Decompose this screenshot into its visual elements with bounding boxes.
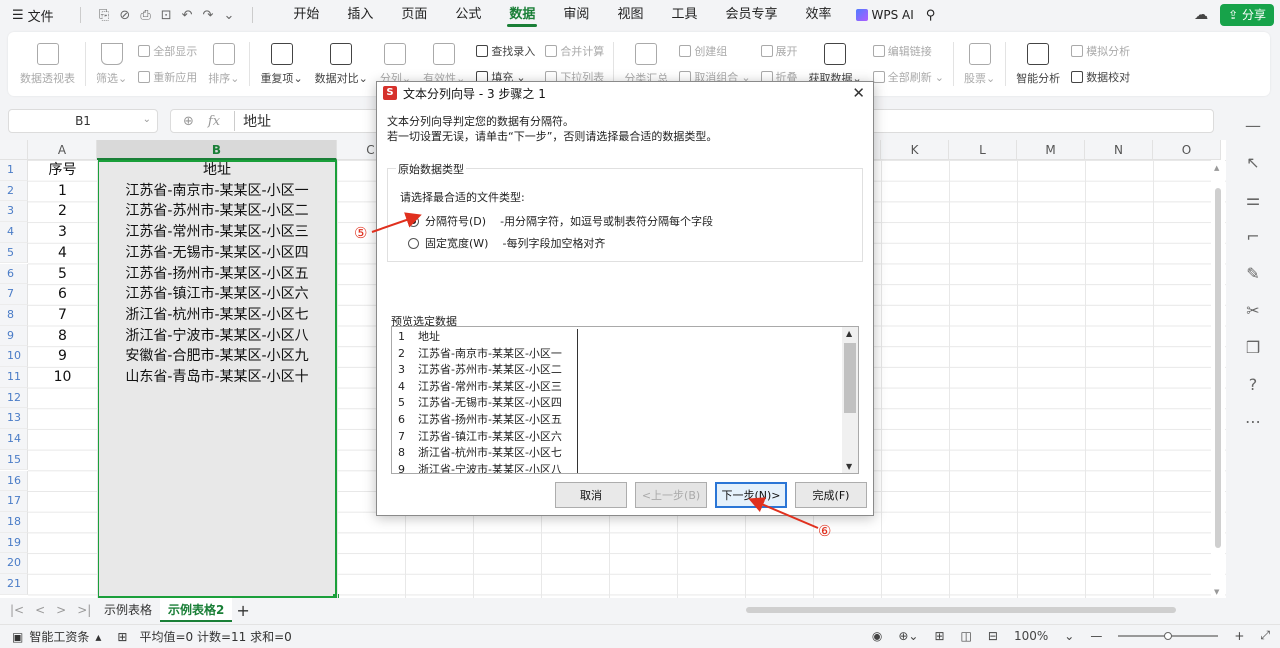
zoom-out-icon[interactable]: — [1090, 629, 1102, 643]
last-sheet-icon[interactable]: >| [77, 603, 91, 617]
calc-icon[interactable]: ⊞ [117, 630, 127, 644]
view-options-icon[interactable]: ⊕⌄ [898, 629, 918, 643]
first-sheet-icon[interactable]: |< [10, 603, 24, 617]
prev-sheet-icon[interactable]: < [35, 603, 45, 617]
zoom-in-icon[interactable]: + [1234, 629, 1244, 643]
zoom-knob[interactable] [1164, 631, 1173, 640]
annotation-arrow-5 [371, 212, 422, 233]
page-break-icon[interactable]: ⊟ [988, 629, 998, 643]
sheet-navigation: |< < > >| [0, 603, 96, 617]
sheet-tab-bar: |< < > >| 示例表格 示例表格2 + [0, 598, 1226, 622]
selection-stats: 平均值=0 计数=11 求和=0 [139, 630, 292, 644]
ai-payslip-label[interactable]: 智能工资条 [29, 628, 89, 645]
page-layout-icon[interactable]: ◫ [961, 629, 972, 643]
sheet-tab-2[interactable]: 示例表格2 [160, 598, 233, 622]
sheet-tab-1[interactable]: 示例表格 [96, 598, 160, 622]
eye-protection-icon[interactable]: ◉ [872, 629, 882, 643]
normal-view-icon[interactable]: ⊞ [934, 629, 944, 643]
scroll-thumb[interactable] [746, 607, 1176, 613]
horizontal-scrollbar[interactable] [722, 604, 1212, 616]
step-5-marker: ⑤ [354, 224, 368, 242]
fullscreen-icon[interactable]: ⤢ [1260, 628, 1270, 643]
next-sheet-icon[interactable]: > [56, 603, 66, 617]
add-sheet-icon[interactable]: + [236, 601, 249, 620]
zoom-slider[interactable] [1118, 631, 1219, 640]
status-bar: ▣ 智能工资条 ▴ ⊞ 平均值=0 计数=11 求和=0 ◉ ⊕⌄ ⊞ ◫ ⊟ … [0, 624, 1280, 648]
annotation-overlay [371, 212, 819, 529]
annotation-arrow-6 [748, 497, 819, 529]
step-6-marker: ⑥ [818, 522, 832, 540]
zoom-level[interactable]: 100% [1014, 629, 1048, 643]
chevron-up-icon[interactable]: ▴ [95, 630, 101, 644]
payslip-icon[interactable]: ▣ [12, 630, 23, 644]
chevron-down-icon[interactable]: ⌄ [1064, 629, 1074, 643]
